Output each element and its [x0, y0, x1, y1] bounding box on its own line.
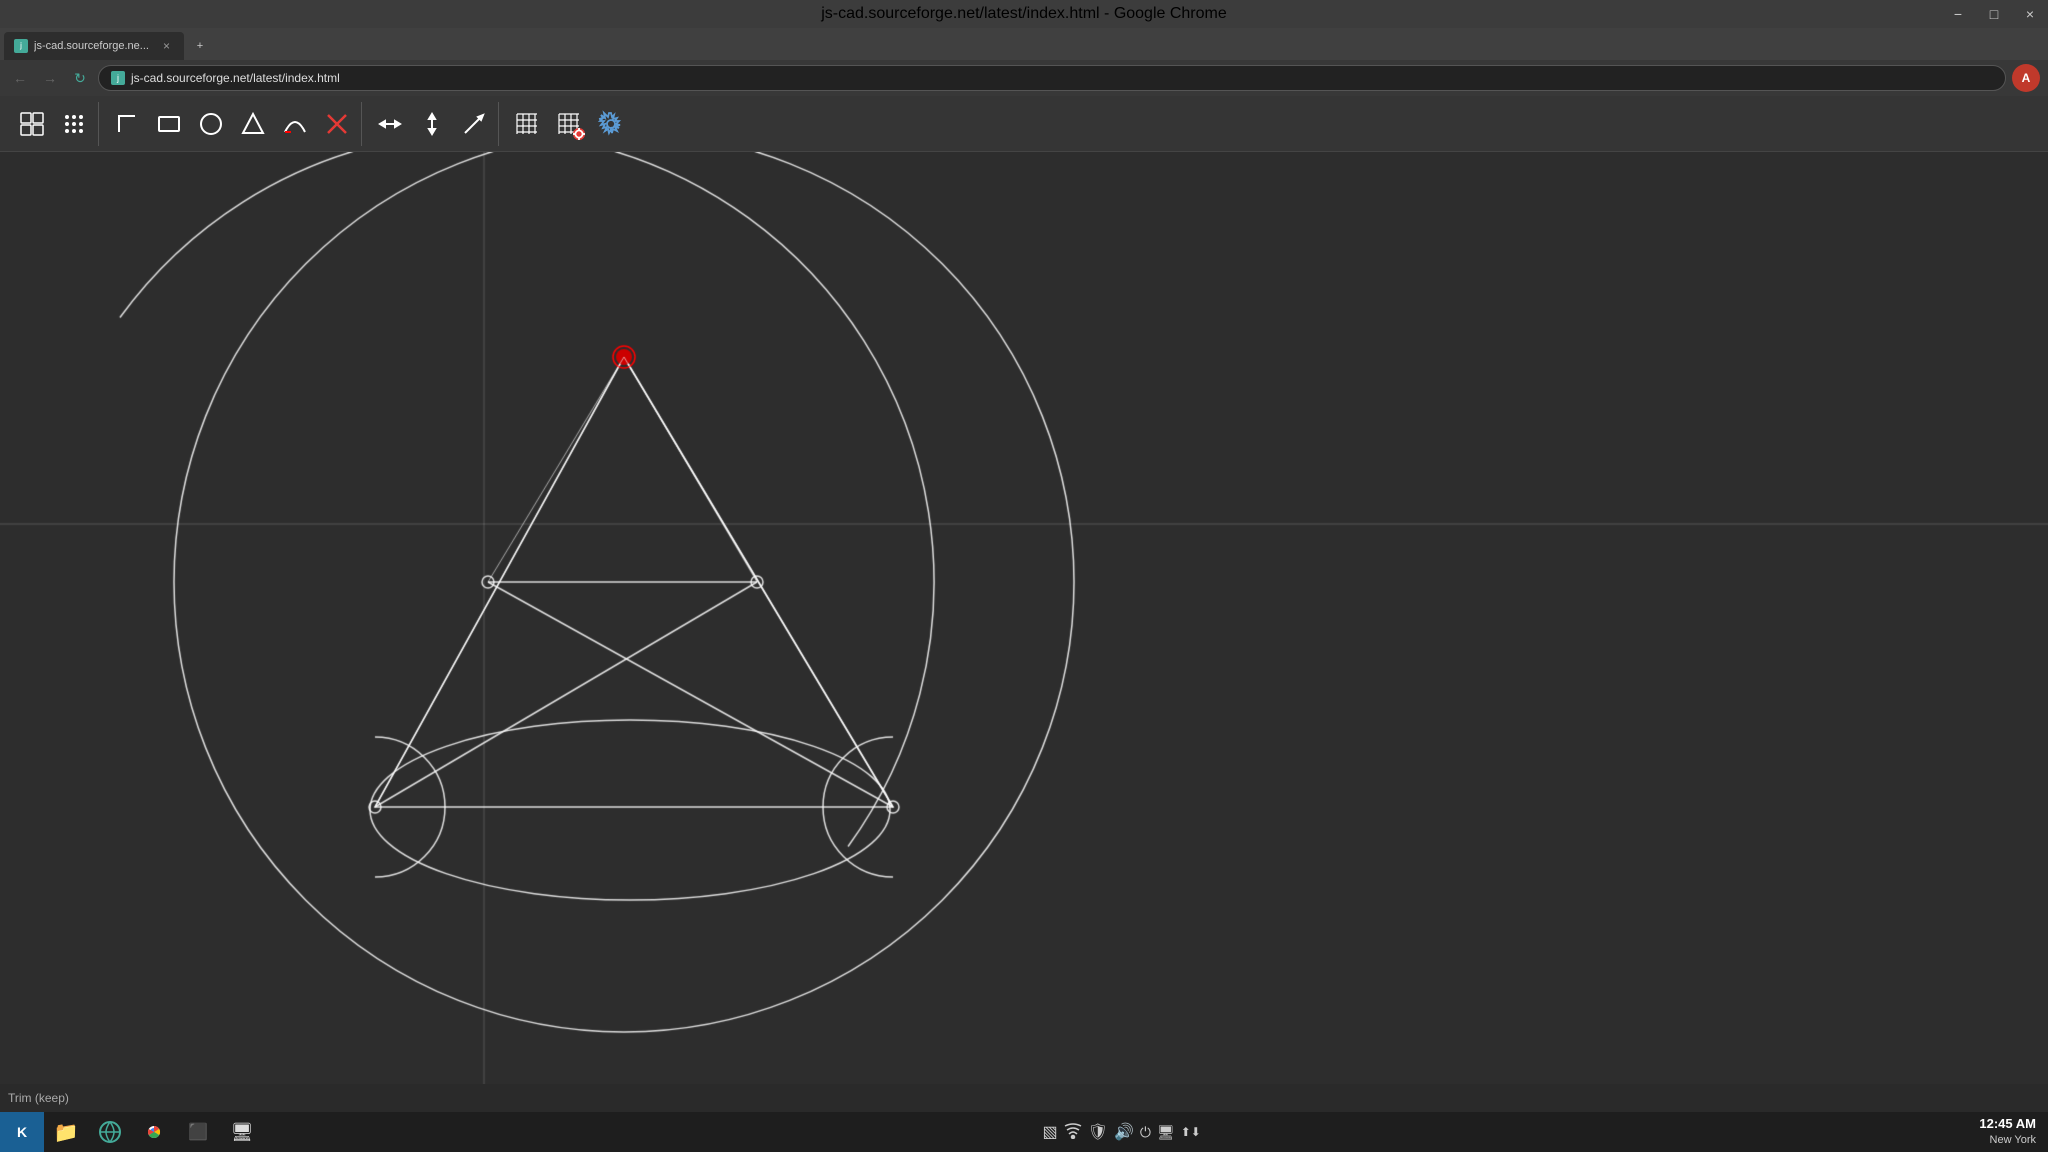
- settings-tool[interactable]: [591, 104, 631, 144]
- horizontal-constraint[interactable]: [370, 104, 410, 144]
- triangle-tool[interactable]: [233, 104, 273, 144]
- tool-group-draw: [103, 102, 362, 146]
- vertical-constraint[interactable]: [412, 104, 452, 144]
- corner-tool[interactable]: [107, 104, 147, 144]
- tabbar: j js-cad.sourceforge.ne... × +: [0, 28, 2048, 60]
- up-down-icon[interactable]: ⬆⬇: [1181, 1125, 1201, 1139]
- tool-group-grid: [503, 102, 635, 146]
- statusbar: Trim (keep): [0, 1084, 2048, 1112]
- display-settings-icon[interactable]: 🖥: [1157, 1124, 1175, 1141]
- home-icon[interactable]: [12, 104, 52, 144]
- file-manager-button[interactable]: 📁: [44, 1112, 88, 1152]
- rectangle-tool[interactable]: [149, 104, 189, 144]
- network-icon[interactable]: [1064, 1121, 1082, 1144]
- grid-tool[interactable]: [507, 104, 547, 144]
- profile-button[interactable]: A: [2012, 64, 2040, 92]
- reload-button[interactable]: ↻: [68, 66, 92, 90]
- diagonal-constraint[interactable]: [454, 104, 494, 144]
- power-icon[interactable]: ⏻: [1140, 1124, 1151, 1141]
- minimize-button[interactable]: −: [1940, 0, 1976, 28]
- status-text: Trim (keep): [8, 1091, 69, 1105]
- tab-label: js-cad.sourceforge.ne...: [34, 40, 149, 52]
- maximize-button[interactable]: □: [1976, 0, 2012, 28]
- dots-icon[interactable]: [54, 104, 94, 144]
- close-button[interactable]: ×: [2012, 0, 2048, 28]
- back-button[interactable]: ←: [8, 66, 32, 90]
- kde-menu-button[interactable]: K: [0, 1112, 44, 1152]
- url-text: js-cad.sourceforge.net/latest/index.html: [131, 71, 340, 85]
- tool-group-home: [8, 102, 99, 146]
- titlebar: js-cad.sourceforge.net/latest/index.html…: [0, 0, 2048, 28]
- titlebar-controls: − □ ×: [1940, 0, 2048, 28]
- taskbar-system-tray: ▧ 🛡 🔊 ⏻ 🖥 ⬆⬇: [1035, 1121, 1209, 1144]
- canvas-area[interactable]: [0, 152, 2048, 1084]
- address-bar[interactable]: j js-cad.sourceforge.net/latest/index.ht…: [98, 65, 2006, 91]
- addressbar: ← → ↻ j js-cad.sourceforge.net/latest/in…: [0, 60, 2048, 96]
- taskbar-clock[interactable]: 12:45 AM New York: [1979, 1116, 2048, 1147]
- delete-tool[interactable]: [317, 104, 357, 144]
- active-tab[interactable]: j js-cad.sourceforge.ne... ×: [4, 32, 184, 60]
- tool-group-constraints: [366, 102, 499, 146]
- terminal-button[interactable]: ⬛: [176, 1112, 220, 1152]
- taskbar: K 📁 ⬛ 🖥 ▧ 🛡 �: [0, 1112, 2048, 1152]
- chrome-taskbar-button[interactable]: [132, 1112, 176, 1152]
- snap-target[interactable]: [549, 104, 589, 144]
- shield-icon[interactable]: 🛡: [1088, 1122, 1108, 1142]
- toolbar: [0, 96, 2048, 152]
- url-favicon: j: [111, 71, 125, 85]
- new-tab-button[interactable]: +: [184, 32, 216, 60]
- browser-button[interactable]: [88, 1112, 132, 1152]
- circle-tool[interactable]: [191, 104, 231, 144]
- tab-close-button[interactable]: ×: [159, 37, 174, 55]
- display-button[interactable]: 🖥: [220, 1112, 264, 1152]
- screen-icon[interactable]: ▧: [1043, 1122, 1058, 1142]
- clock-time: 12:45 AM: [1979, 1116, 2036, 1133]
- clock-location: New York: [1979, 1133, 2036, 1147]
- address-end-controls: A: [2012, 64, 2040, 92]
- sound-icon[interactable]: 🔊: [1114, 1122, 1134, 1142]
- forward-button[interactable]: →: [38, 66, 62, 90]
- cad-canvas[interactable]: [0, 152, 2048, 1084]
- arc-tool[interactable]: [275, 104, 315, 144]
- titlebar-title: js-cad.sourceforge.net/latest/index.html…: [821, 5, 1227, 23]
